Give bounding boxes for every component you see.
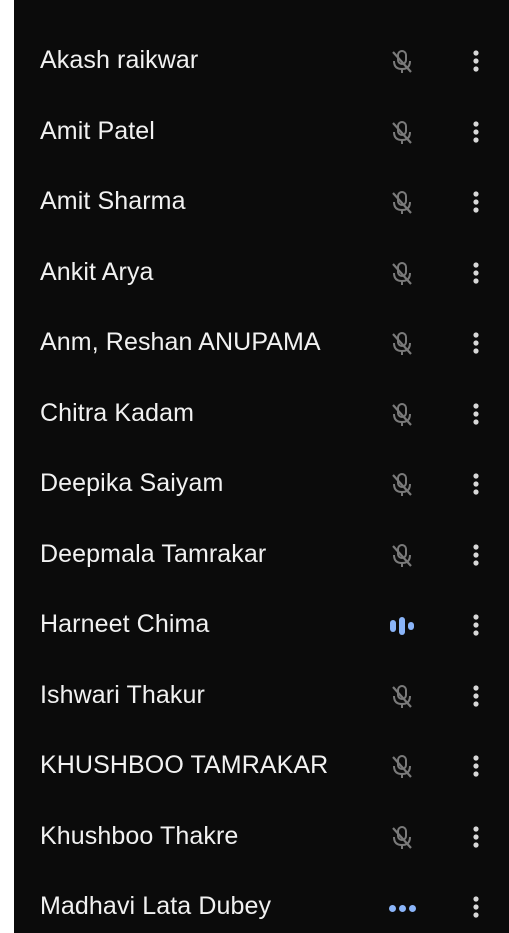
- mic-off-icon: [386, 48, 418, 76]
- participant-name: Ishwari Thakur: [40, 680, 205, 709]
- participant-row[interactable]: Deepika Saiyam: [14, 449, 509, 519]
- participant-name: Madhavi Lata Dubey: [40, 892, 272, 920]
- participant-row[interactable]: Anm, Reshan ANUPAMA: [14, 308, 509, 378]
- more-vert-icon[interactable]: [466, 822, 486, 852]
- participant-name: Amit Sharma: [40, 187, 186, 215]
- more-vert-icon[interactable]: [466, 258, 486, 288]
- participant-row[interactable]: Harneet Chima: [14, 590, 509, 660]
- participant-name: Akash raikwar: [40, 46, 199, 74]
- more-vert-icon[interactable]: [466, 540, 486, 570]
- participant-row[interactable]: Deepmala Tamrakar: [14, 520, 509, 590]
- speaking-icon: [386, 612, 418, 640]
- mic-off-icon: [386, 542, 418, 570]
- mic-off-icon: [386, 824, 418, 852]
- more-vert-icon[interactable]: [466, 610, 486, 640]
- participant-name: KHUSHBOO TAMRAKAR: [40, 751, 329, 779]
- participant-row[interactable]: Khushboo Thakre: [14, 802, 509, 872]
- mic-off-icon: [386, 471, 418, 499]
- participant-name: Khushboo Thakre: [40, 821, 239, 850]
- more-vert-icon[interactable]: [466, 892, 486, 922]
- participant-name: Ankit Arya: [40, 257, 154, 286]
- mic-off-icon: [386, 119, 418, 147]
- more-vert-icon[interactable]: [466, 187, 486, 217]
- participants-panel: Akash raikwar Amit Patel Amit Sharma Ankit …: [14, 0, 509, 933]
- mic-on-dots-icon: [386, 894, 418, 922]
- more-vert-icon[interactable]: [466, 681, 486, 711]
- participant-row[interactable]: Akash raikwar: [14, 26, 509, 96]
- participant-row[interactable]: Chitra Kadam: [14, 379, 509, 449]
- mic-off-icon: [386, 330, 418, 358]
- participant-row[interactable]: Amit Sharma: [14, 167, 509, 237]
- more-vert-icon[interactable]: [466, 328, 486, 358]
- more-vert-icon[interactable]: [466, 469, 486, 499]
- mic-off-icon: [386, 189, 418, 217]
- participant-row[interactable]: Madhavi Lata Dubey: [14, 872, 509, 933]
- mic-off-icon: [386, 683, 418, 711]
- participant-row[interactable]: Amit Patel: [14, 97, 509, 167]
- participant-name: Deepika Saiyam: [40, 469, 224, 497]
- participant-name: Anm, Reshan ANUPAMA: [40, 328, 321, 356]
- more-vert-icon[interactable]: [466, 46, 486, 76]
- more-vert-icon[interactable]: [466, 117, 486, 147]
- participant-name: Chitra Kadam: [40, 398, 195, 427]
- mic-off-icon: [386, 753, 418, 781]
- participant-row[interactable]: KHUSHBOO TAMRAKAR: [14, 731, 509, 801]
- participant-row[interactable]: Ishwari Thakur: [14, 661, 509, 731]
- participant-name: Harneet Chima: [40, 610, 210, 638]
- mic-off-icon: [386, 260, 418, 288]
- more-vert-icon[interactable]: [466, 399, 486, 429]
- more-vert-icon[interactable]: [466, 751, 486, 781]
- participant-row[interactable]: Ankit Arya: [14, 238, 509, 308]
- participant-name: Amit Patel: [40, 116, 155, 145]
- mic-off-icon: [386, 401, 418, 429]
- participant-name: Deepmala Tamrakar: [40, 539, 267, 568]
